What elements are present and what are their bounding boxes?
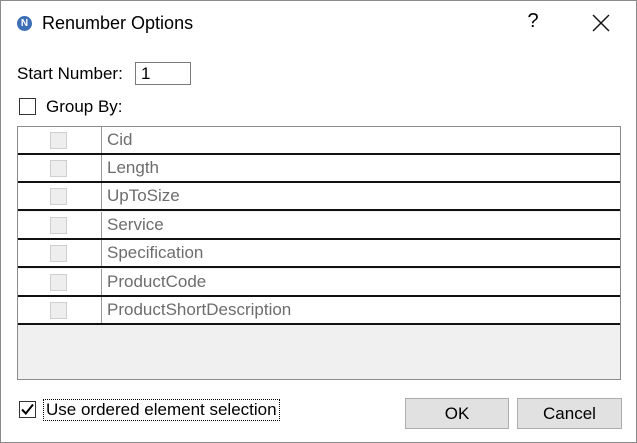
field-checkbox[interactable] — [50, 160, 67, 177]
grid-row-label: Cid — [107, 130, 133, 149]
field-checkbox[interactable] — [50, 188, 67, 205]
checkmark-icon — [21, 403, 34, 416]
grid-row-cid: Cid — [18, 127, 620, 155]
close-button[interactable] — [589, 11, 613, 35]
grid-row-label: Service — [107, 215, 164, 234]
grid-row-label: ProductCode — [107, 272, 207, 291]
field-checkbox[interactable] — [50, 274, 67, 291]
start-number-input[interactable] — [135, 62, 191, 85]
field-checkbox[interactable] — [50, 245, 67, 262]
group-by-label: Group By: — [46, 97, 123, 116]
grid-row-checkbox-cell — [18, 212, 102, 238]
grid-row-checkbox-cell — [18, 155, 102, 181]
grid-row-length: Length — [18, 155, 620, 183]
grid-row-productshortdescription: ProductShortDescription — [18, 297, 620, 325]
grid-row-label: UpToSize — [107, 186, 180, 205]
grid-row-service: Service — [18, 212, 620, 240]
grid-row-checkbox-cell — [18, 269, 102, 295]
ordered-selection-label[interactable]: Use ordered element selection — [43, 399, 280, 421]
start-number-label: Start Number: — [17, 64, 123, 83]
cancel-button[interactable]: Cancel — [517, 398, 622, 429]
field-checkbox[interactable] — [50, 132, 67, 149]
grid-row-uptosize: UpToSize — [18, 183, 620, 211]
grid-row-checkbox-cell — [18, 127, 102, 153]
close-icon — [592, 14, 610, 32]
group-by-checkbox[interactable] — [19, 98, 36, 115]
app-logo-icon: N — [17, 16, 32, 31]
grid-row-checkbox-cell — [18, 240, 102, 266]
grid-row-checkbox-cell — [18, 297, 102, 323]
field-checkbox[interactable] — [50, 302, 67, 319]
renumber-options-dialog: N Renumber Options ? Start Number: Group… — [0, 0, 637, 443]
grid-row-label: Specification — [107, 243, 204, 262]
grid-row-label: ProductShortDescription — [107, 300, 292, 319]
help-button[interactable]: ? — [523, 10, 543, 36]
ok-button[interactable]: OK — [405, 398, 509, 429]
field-checkbox[interactable] — [50, 217, 67, 234]
ordered-selection-checkbox[interactable] — [19, 401, 36, 418]
grid-row-specification: Specification — [18, 240, 620, 268]
grid-row-checkbox-cell — [18, 183, 102, 209]
group-by-fields-grid: Cid Length UpToSize Service Specificatio… — [17, 126, 621, 380]
grid-row-productcode: ProductCode — [18, 269, 620, 297]
grid-row-label: Length — [107, 158, 159, 177]
title-bar: N Renumber Options ? — [1, 1, 636, 47]
dialog-title: Renumber Options — [42, 13, 194, 33]
